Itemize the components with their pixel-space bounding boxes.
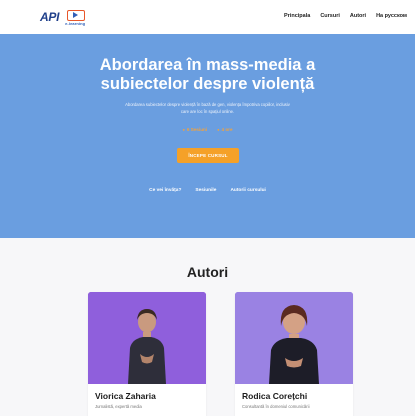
course-meta: 6 Sesiuni 4 ore — [0, 127, 415, 132]
authors-title: Autori — [186, 264, 229, 280]
hero-title-line-1: Abordarea în mass-media a — [99, 56, 316, 74]
hero-subtitle-line-2: care are loc în spațiul online. — [180, 109, 235, 114]
hero-subtitle: Abordarea subiectelor despre violență în… — [110, 101, 305, 115]
nav-russian[interactable]: На русском — [376, 13, 407, 19]
main-nav: Principala Cursuri Autori На русском — [284, 13, 407, 19]
course-duration: 4 ore — [217, 127, 233, 132]
author-card[interactable]: Viorica Zaharia Jurnalistă, expertă medi… — [88, 292, 206, 416]
nav-cursuri[interactable]: Cursuri — [320, 13, 340, 19]
nav-autori[interactable]: Autori — [350, 13, 366, 19]
link-course-authors[interactable]: Autorii cursului — [230, 188, 265, 193]
logo-caption: e-learning — [65, 21, 86, 26]
author-photo — [88, 292, 206, 384]
author-name: Rodica Corețchi — [242, 391, 308, 401]
hero-title: Abordarea în mass-media a subiectelor de… — [0, 56, 415, 94]
author-name: Viorica Zaharia — [95, 391, 156, 401]
logo-text: API — [40, 10, 60, 24]
hero-section: Abordarea în mass-media a subiectelor de… — [0, 34, 415, 238]
start-course-button[interactable]: ÎNCEPE CURSUL — [177, 148, 239, 163]
site-header: API e-learning Principala Cursuri Autori… — [0, 0, 415, 34]
author-card[interactable]: Rodica Corețchi Consultantă în domeniul … — [235, 292, 353, 416]
author-role: Consultantă în domeniul comunicării — [242, 404, 310, 409]
author-photo — [235, 292, 353, 384]
hero-links: Ce vei învăța? Sesiunile Autorii cursulu… — [0, 188, 415, 193]
site-logo[interactable]: API e-learning — [40, 9, 89, 26]
hero-title-line-2: subiectelor despre violență — [100, 75, 315, 93]
sessions-count: 6 Sesiuni — [183, 127, 207, 132]
author-role: Jurnalistă, expertă media — [95, 404, 142, 409]
link-sessions[interactable]: Sesiunile — [195, 188, 216, 193]
authors-section: Autori Viorica Zaharia Jurnalistă, exper… — [0, 238, 415, 416]
hero-subtitle-line-1: Abordarea subiectelor despre violență în… — [125, 102, 290, 107]
link-what-you-learn[interactable]: Ce vei învăța? — [149, 188, 181, 193]
nav-principala[interactable]: Principala — [284, 13, 310, 19]
elearning-icon: e-learning — [63, 9, 89, 26]
